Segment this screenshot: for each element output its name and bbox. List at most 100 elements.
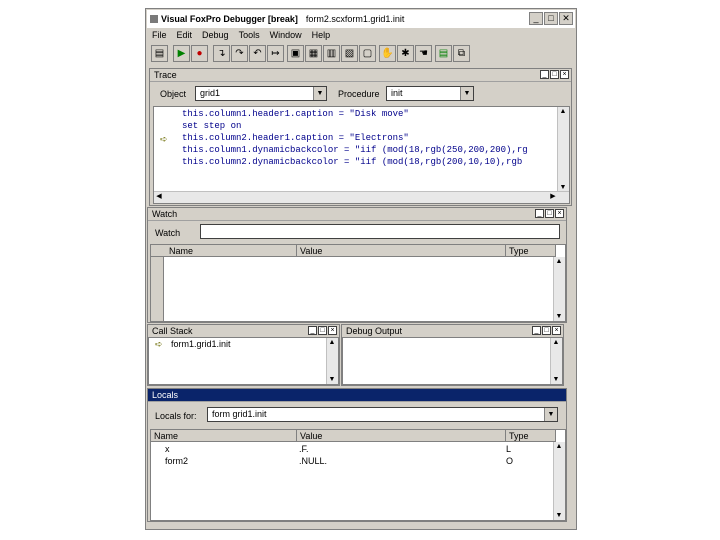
- column-header-name[interactable]: Name: [151, 245, 297, 257]
- watch-pane: Watch _ □ × Watch Name Value Type ▲ ▼: [147, 207, 567, 323]
- object-combo[interactable]: grid1 ▼: [195, 86, 327, 101]
- code-line: set step on: [182, 121, 242, 131]
- resume-icon[interactable]: ▶: [173, 45, 190, 62]
- trace-window-icon[interactable]: ▣: [287, 45, 304, 62]
- menu-help[interactable]: Help: [307, 28, 336, 42]
- close-icon[interactable]: ×: [328, 326, 337, 335]
- debugger-window: Visual FoxPro Debugger [break] form2.scx…: [145, 8, 577, 530]
- event-tracking-icon[interactable]: ⧉: [453, 45, 470, 62]
- locals-for-value: form grid1.init: [212, 409, 267, 419]
- procedure-value: init: [391, 88, 403, 98]
- maximize-icon[interactable]: □: [550, 70, 559, 79]
- locals-for-combo[interactable]: form grid1.init ▼: [207, 407, 558, 422]
- locals-for-label: Locals for:: [155, 411, 197, 421]
- output-window-icon[interactable]: ▢: [359, 45, 376, 62]
- local-type: L: [506, 444, 512, 454]
- menu-tools[interactable]: Tools: [234, 28, 265, 42]
- current-frame-arrow-icon: ➪: [155, 339, 163, 349]
- menu-file[interactable]: File: [147, 28, 172, 42]
- step-out-icon[interactable]: ↶: [249, 45, 266, 62]
- scroll-up-icon[interactable]: ▲: [554, 257, 564, 266]
- close-icon[interactable]: ×: [560, 70, 569, 79]
- scroll-up-icon[interactable]: ▲: [554, 442, 564, 451]
- run-to-cursor-icon[interactable]: ↦: [267, 45, 284, 62]
- locals-title: Locals: [152, 390, 179, 400]
- vertical-scrollbar[interactable]: ▲ ▼: [550, 338, 562, 384]
- close-icon[interactable]: ×: [555, 209, 564, 218]
- minimize-icon[interactable]: _: [532, 326, 541, 335]
- vertical-scrollbar[interactable]: ▲ ▼: [557, 107, 569, 192]
- title-bar: Visual FoxPro Debugger [break] form2.scx…: [147, 10, 575, 28]
- scroll-left-icon[interactable]: ◀: [154, 192, 164, 201]
- scroll-right-icon[interactable]: ▶: [548, 192, 558, 201]
- code-line: this.column2.dynamicbackcolor = "iif (mo…: [182, 157, 523, 167]
- minimize-icon[interactable]: _: [540, 70, 549, 79]
- debug-output-area[interactable]: ▲ ▼: [342, 337, 563, 385]
- local-name: form2: [165, 456, 189, 466]
- minimize-button[interactable]: _: [529, 12, 543, 25]
- maximize-icon[interactable]: □: [542, 326, 551, 335]
- chevron-down-icon[interactable]: ▼: [313, 87, 326, 100]
- scroll-down-icon[interactable]: ▼: [554, 312, 564, 321]
- code-line: this.column1.header1.caption = "Disk mov…: [182, 109, 409, 119]
- local-name: x: [165, 444, 170, 454]
- trace-title: Trace: [154, 70, 177, 80]
- code-line: this.column2.header1.caption = "Electron…: [182, 133, 409, 143]
- breakpoint-icon[interactable]: ✋: [379, 45, 396, 62]
- watch-label: Watch: [155, 228, 181, 238]
- toggle-breakpoint-icon[interactable]: ☚: [415, 45, 432, 62]
- column-header-type[interactable]: Type: [506, 430, 556, 442]
- chevron-down-icon[interactable]: ▼: [544, 408, 557, 421]
- maximize-icon[interactable]: □: [545, 209, 554, 218]
- watch-window-icon[interactable]: ▦: [305, 45, 322, 62]
- watch-title: Watch: [152, 209, 178, 219]
- scroll-down-icon[interactable]: ▼: [327, 375, 337, 384]
- watch-pane-header: Watch _ □ ×: [148, 208, 566, 221]
- local-type: O: [506, 456, 514, 466]
- vertical-scrollbar[interactable]: ▲ ▼: [326, 338, 338, 384]
- scroll-up-icon[interactable]: ▲: [327, 338, 337, 347]
- call-stack-pane: Call Stack _ □ × ➪ form1.grid1.init ▲ ▼: [147, 324, 340, 386]
- minimize-icon[interactable]: _: [535, 209, 544, 218]
- app-icon: [150, 15, 158, 23]
- procedure-combo[interactable]: init ▼: [386, 86, 474, 101]
- scroll-up-icon[interactable]: ▲: [551, 338, 561, 347]
- call-stack-item[interactable]: form1.grid1.init: [171, 339, 231, 350]
- locals-window-icon[interactable]: ▥: [323, 45, 340, 62]
- horizontal-scrollbar[interactable]: ◀ ▶: [154, 191, 569, 203]
- close-button[interactable]: ✕: [559, 12, 573, 25]
- coverage-icon[interactable]: ▤: [435, 45, 452, 62]
- scroll-down-icon[interactable]: ▼: [554, 511, 564, 520]
- chevron-down-icon[interactable]: ▼: [460, 87, 473, 100]
- window-title: Visual FoxPro Debugger [break]: [161, 14, 298, 24]
- close-icon[interactable]: ×: [552, 326, 561, 335]
- call-stack-icon[interactable]: ▧: [341, 45, 358, 62]
- locals-pane: Locals Locals for: form grid1.init ▼ Nam…: [147, 388, 567, 522]
- clear-breakpoints-icon[interactable]: ✱: [397, 45, 414, 62]
- local-value[interactable]: .F.: [299, 444, 309, 455]
- trace-code-area[interactable]: ➪ this.column1.header1.caption = "Disk m…: [153, 106, 570, 204]
- column-header-type[interactable]: Type: [506, 245, 556, 257]
- vertical-scrollbar[interactable]: ▲ ▼: [553, 442, 565, 520]
- menu-debug[interactable]: Debug: [197, 28, 234, 42]
- scroll-up-icon[interactable]: ▲: [558, 107, 568, 116]
- column-header-value[interactable]: Value: [297, 430, 506, 442]
- maximize-icon[interactable]: □: [318, 326, 327, 335]
- step-over-icon[interactable]: ↷: [231, 45, 248, 62]
- locals-grid: Name Value Type x .F. L form2 .NULL. O ▲…: [150, 429, 566, 521]
- menu-edit[interactable]: Edit: [172, 28, 198, 42]
- scroll-down-icon[interactable]: ▼: [551, 375, 561, 384]
- minimize-icon[interactable]: _: [308, 326, 317, 335]
- vertical-scrollbar[interactable]: ▲ ▼: [553, 257, 565, 321]
- maximize-button[interactable]: □: [544, 12, 558, 25]
- toolbar: ▤ ▶ ● ↴ ↷ ↶ ↦ ▣ ▦ ▥ ▧ ▢ ✋ ✱ ☚ ▤ ⧉: [149, 44, 573, 66]
- step-into-icon[interactable]: ↴: [213, 45, 230, 62]
- column-header-value[interactable]: Value: [297, 245, 506, 257]
- local-value[interactable]: .NULL.: [299, 456, 327, 467]
- watch-input[interactable]: [200, 224, 560, 239]
- open-icon[interactable]: ▤: [151, 45, 168, 62]
- column-header-name[interactable]: Name: [151, 430, 297, 442]
- cancel-icon[interactable]: ●: [191, 45, 208, 62]
- menu-bar: File Edit Debug Tools Window Help: [147, 28, 575, 42]
- menu-window[interactable]: Window: [265, 28, 307, 42]
